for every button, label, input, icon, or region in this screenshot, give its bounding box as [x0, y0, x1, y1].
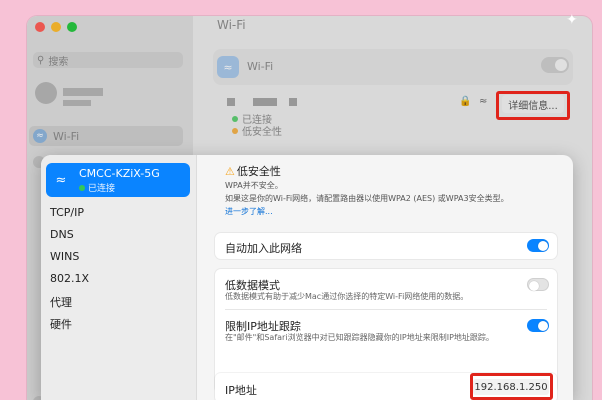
- limit-ip-toggle[interactable]: [527, 319, 549, 332]
- sidebar-item-dns[interactable]: DNS: [50, 228, 74, 241]
- low-data-description: 低数据模式有助于减少Mac通过你选择的特定Wi-Fi网络使用的数据。: [225, 292, 469, 301]
- auto-join-label: 自动加入此网络: [225, 242, 302, 255]
- system-settings-window: ⚲ 搜索 ≈ Wi-Fi Wi-Fi ≈ Wi-Fi 🔒 ≈ 详细信息... 已…: [27, 16, 592, 400]
- sidebar-item-hardware[interactable]: 硬件: [50, 316, 72, 332]
- ip-address-label: IP地址: [225, 384, 257, 397]
- sidebar-item-8021x[interactable]: 802.1X: [50, 272, 89, 285]
- network-name: CMCC-KZiX-5G: [79, 167, 160, 180]
- sidebar-item-tcpip[interactable]: TCP/IP: [50, 206, 84, 219]
- low-data-toggle[interactable]: [527, 278, 549, 291]
- low-data-label: 低数据模式: [225, 279, 280, 292]
- connected-dot-icon: [79, 184, 85, 191]
- sidebar-item-network[interactable]: ≈ CMCC-KZiX-5G 已连接: [46, 163, 190, 197]
- limit-ip-description: 在"邮件"和Safari浏览器中对已知跟踪器隐藏你的IP地址来限制IP地址跟踪。: [225, 333, 494, 342]
- sidebar-item-proxy[interactable]: 代理: [50, 294, 72, 310]
- network-status: 已连接: [79, 181, 115, 194]
- limit-ip-label: 限制IP地址跟踪: [225, 320, 301, 333]
- sidebar-item-wins[interactable]: WINS: [50, 250, 79, 263]
- security-line-1: WPA并不安全。: [225, 181, 283, 190]
- learn-more-link[interactable]: 进一步了解...: [225, 206, 273, 217]
- highlight-box-details: [496, 91, 570, 120]
- security-title: ⚠ 低安全性: [225, 163, 281, 179]
- warning-icon: ⚠: [225, 164, 235, 178]
- network-status-text: 已连接: [88, 184, 116, 194]
- sparkle-icon: ✦: [566, 12, 578, 28]
- security-line-2: 如果这是你的Wi-Fi网络，请配置路由器以使用WPA2 (AES) 或WPA3安…: [225, 194, 509, 203]
- security-title-text: 低安全性: [236, 165, 281, 178]
- auto-join-toggle[interactable]: [527, 239, 549, 252]
- network-details-sheet: ≈ CMCC-KZiX-5G 已连接 TCP/IP DNS WINS 802.1…: [41, 155, 573, 400]
- details-content: ⚠ 低安全性 WPA并不安全。 如果这是你的Wi-Fi网络，请配置路由器以使用W…: [209, 155, 573, 400]
- details-sidebar: ≈ CMCC-KZiX-5G 已连接 TCP/IP DNS WINS 802.1…: [41, 155, 197, 400]
- highlight-box-ip: [470, 373, 553, 400]
- auto-join-row: 自动加入此网络: [215, 233, 557, 259]
- wifi-icon: ≈: [55, 172, 67, 188]
- divider: [225, 309, 547, 310]
